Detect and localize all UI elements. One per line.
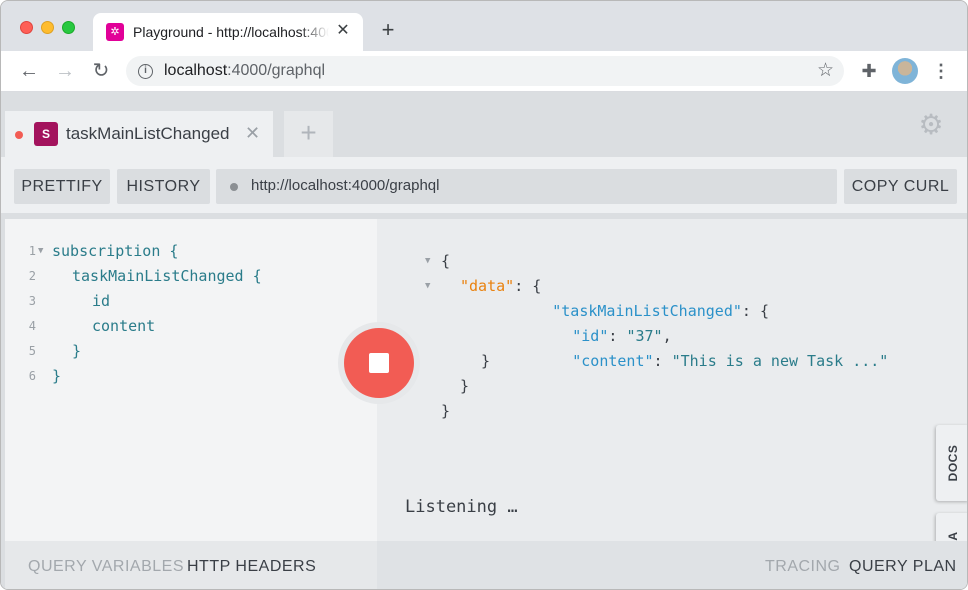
listening-status: Listening … — [405, 497, 518, 517]
subscription-badge: S — [34, 122, 58, 146]
bottom-bar: QUERY VARIABLES HTTP HEADERS TRACING QUE… — [1, 541, 967, 589]
query-editor[interactable]: 1 ▼ subscription { 2 taskMainListChanged { 3 i… — [5, 219, 377, 541]
code-text: id — [92, 292, 111, 310]
copy-curl-button[interactable]: COPY CURL — [844, 169, 957, 204]
profile-avatar[interactable] — [892, 58, 918, 84]
result-line: ▼ "data": { — [425, 249, 541, 295]
new-tab-button[interactable]: + — [376, 18, 400, 42]
result-pane: ▼{ ▼ "data": { "taskMainListChanged": { "… — [377, 219, 967, 541]
minimize-window-button[interactable] — [41, 21, 54, 34]
extensions-puzzle-icon[interactable]: ✚ — [858, 59, 880, 83]
settings-gear-icon[interactable]: ⚙ — [916, 110, 946, 140]
fold-arrow-icon[interactable]: ▼ — [425, 274, 430, 299]
query-plan-tab[interactable]: QUERY PLAN — [849, 557, 957, 577]
code-line[interactable]: 6} — [5, 364, 377, 388]
code-text: content — [92, 317, 156, 335]
line-number: 2 — [28, 269, 36, 283]
line-number: 6 — [28, 369, 36, 383]
result-line: "id": "37", — [572, 327, 672, 345]
prettify-button[interactable]: PRETTIFY — [14, 169, 110, 204]
docs-tab-label: DOCS — [945, 444, 960, 482]
code-line[interactable]: 3 id — [5, 289, 377, 313]
browser-window: ✲ Playground - http://localhost:4000/gra… — [0, 0, 968, 590]
active-subscription-dot — [15, 131, 23, 139]
result-line: ▼{ — [425, 224, 497, 270]
reload-icon[interactable]: ↻ — [89, 59, 113, 83]
endpoint-input[interactable]: http://localhost:4000/graphql — [216, 169, 837, 204]
browser-tab[interactable]: ✲ Playground - http://localhost:4000/gra… — [93, 13, 363, 51]
more-menu-icon[interactable]: ⋮ — [931, 59, 951, 83]
query-variables-tab[interactable]: QUERY VARIABLES — [28, 557, 184, 577]
bookmark-star-icon[interactable]: ☆ — [817, 60, 834, 82]
code-line[interactable]: 1 ▼ subscription { — [5, 239, 377, 263]
run-button-ring — [338, 322, 420, 404]
zoom-window-button[interactable] — [62, 21, 75, 34]
graphql-favicon-icon: ✲ — [106, 23, 124, 41]
url-host: localhost — [164, 62, 228, 79]
http-headers-tab[interactable]: HTTP HEADERS — [187, 557, 316, 577]
code-line[interactable]: 2 taskMainListChanged { — [5, 264, 377, 288]
code-text: } — [52, 367, 62, 385]
line-number: 1 — [28, 244, 36, 258]
browser-tab-title: Playground - http://localhost:4000/graph… — [133, 24, 329, 40]
close-playground-tab-icon[interactable]: ✕ — [245, 122, 260, 144]
endpoint-status-dot — [230, 183, 238, 191]
code-text: } — [72, 342, 82, 360]
endpoint-url: http://localhost:4000/graphql — [251, 177, 440, 194]
json-key-content: "content" — [572, 352, 654, 370]
browser-toolbar: ← → ↻ i localhost:4000/graphql ☆ — [1, 51, 967, 92]
json-value-content: "This is a new Task ..." — [671, 352, 889, 370]
history-button[interactable]: HISTORY — [117, 169, 210, 204]
close-tab-icon[interactable]: ✕ — [333, 21, 353, 41]
result-line: } — [481, 352, 491, 370]
address-url[interactable]: localhost:4000/graphql — [164, 62, 325, 80]
fold-arrow-icon[interactable]: ▼ — [38, 239, 43, 263]
line-number: 3 — [28, 294, 36, 308]
result-line: } — [460, 377, 470, 395]
address-bar[interactable]: i localhost:4000/graphql ☆ — [126, 56, 844, 86]
result-line: } — [441, 402, 451, 420]
code-text: taskMainListChanged { — [72, 267, 262, 285]
playground-tab-title: taskMainListChanged — [66, 124, 230, 143]
back-arrow-icon[interactable]: ← — [17, 59, 41, 83]
forward-arrow-icon[interactable]: → — [53, 59, 77, 83]
line-number: 5 — [28, 344, 36, 358]
result-line: "content": "This is a new Task ..." — [572, 352, 889, 370]
code-line[interactable]: 4 content — [5, 314, 377, 338]
tracing-tab[interactable]: TRACING — [765, 557, 841, 577]
url-path: :4000/graphql — [227, 62, 326, 79]
info-icon[interactable]: i — [138, 64, 153, 79]
graphql-playground: S taskMainListChanged ✕ + ⚙ PRETTIFY HIS… — [1, 92, 967, 589]
result-line: "taskMainListChanged": { — [552, 302, 769, 320]
line-number: 4 — [28, 319, 36, 333]
action-bar: PRETTIFY HISTORY http://localhost:4000/g… — [1, 157, 967, 213]
bottom-right-panel: TRACING QUERY PLAN — [377, 541, 967, 589]
title-bar: ✲ Playground - http://localhost:4000/gra… — [1, 1, 967, 51]
add-playground-tab-button[interactable]: + — [284, 111, 333, 157]
stop-icon — [369, 353, 389, 373]
code-text: subscription { — [52, 242, 179, 260]
code-line[interactable]: 5} — [5, 339, 377, 363]
stop-subscription-button[interactable] — [344, 328, 414, 398]
docs-tab[interactable]: DOCS — [936, 425, 967, 501]
playground-tab[interactable]: S taskMainListChanged ✕ — [5, 111, 273, 157]
bottom-left-panel: QUERY VARIABLES HTTP HEADERS — [5, 541, 377, 589]
close-window-button[interactable] — [20, 21, 33, 34]
